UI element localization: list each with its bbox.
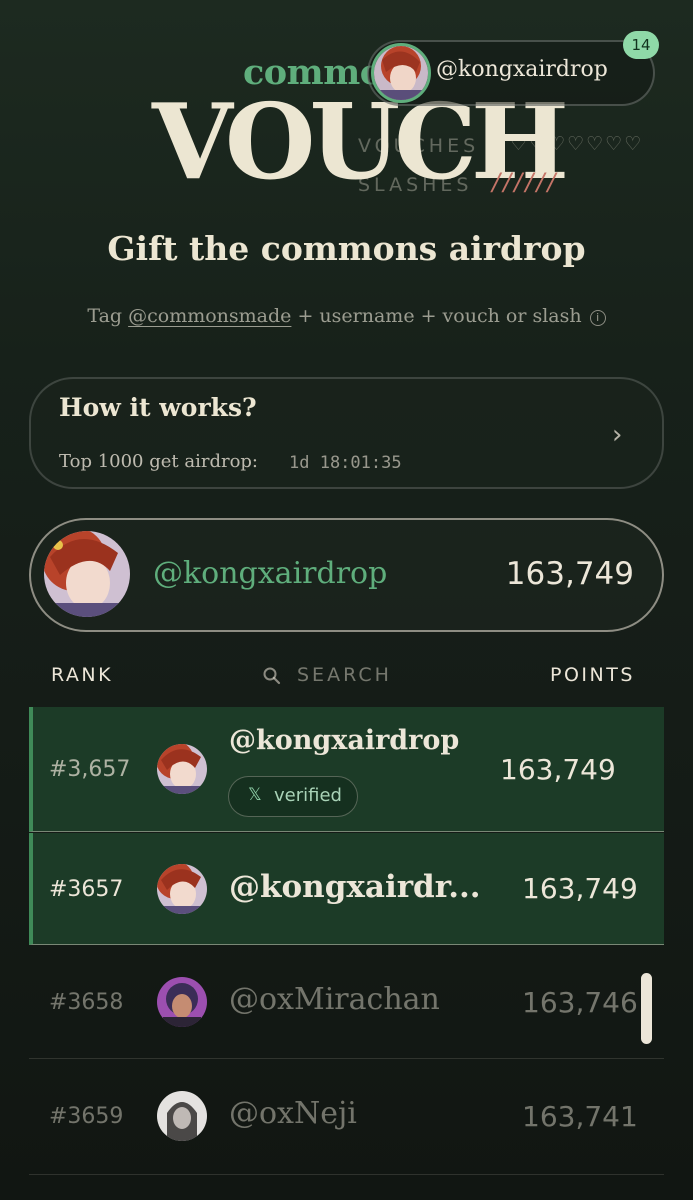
- notification-badge[interactable]: 14: [623, 31, 659, 59]
- avatar[interactable]: [371, 43, 431, 103]
- row-rank: #3658: [49, 990, 124, 1015]
- row-points: 163,746: [522, 986, 638, 1019]
- search-input[interactable]: SEARCH: [297, 664, 392, 686]
- points-column-header: POINTS: [550, 664, 635, 686]
- search-icon[interactable]: [262, 666, 282, 686]
- rank-column-header: RANK: [51, 664, 114, 686]
- how-it-works-title: How it works?: [59, 393, 257, 422]
- x-logo-icon: 𝕏: [248, 785, 262, 805]
- scrollbar-thumb[interactable]: [641, 973, 652, 1044]
- row-handle[interactable]: @kongxairdr...: [229, 869, 481, 905]
- row-points: 163,749: [522, 872, 638, 905]
- row-handle[interactable]: @kongxairdrop: [229, 725, 459, 756]
- profile-handle[interactable]: @kongxairdrop: [436, 57, 608, 82]
- row-handle[interactable]: @oxMirachan: [229, 982, 440, 1017]
- my-points: 163,749: [505, 556, 634, 592]
- row-handle[interactable]: @oxNeji: [229, 1096, 357, 1131]
- row-rank: #3659: [49, 1104, 124, 1129]
- vouch-hearts-icons: ♡♡♡♡♡♡♡: [510, 133, 644, 155]
- my-handle: @kongxairdrop: [153, 556, 388, 591]
- row-points: 163,749: [500, 753, 616, 786]
- avatar: [157, 864, 207, 914]
- row-rank: #3657: [49, 877, 124, 902]
- chevron-right-icon[interactable]: ›: [612, 420, 622, 450]
- avatar: [157, 977, 207, 1027]
- commonsmade-link[interactable]: @commonsmade: [128, 305, 291, 327]
- avatar: [44, 531, 130, 617]
- verified-label: verified: [274, 785, 342, 806]
- instruction-text: Tag @commonsmade + username + vouch or s…: [0, 305, 693, 327]
- info-icon[interactable]: i: [589, 310, 606, 326]
- airdrop-info-text: Top 1000 get airdrop:: [59, 451, 258, 472]
- countdown-timer: 1d 18:01:35: [289, 453, 402, 473]
- row-rank: #3,657: [49, 757, 131, 782]
- slash-marks-icons: //////: [492, 168, 559, 196]
- row-points: 163,741: [522, 1100, 638, 1133]
- avatar: [157, 1091, 207, 1141]
- avatar: [157, 744, 207, 794]
- page-title: Gift the commons airdrop: [107, 229, 586, 268]
- instruction-suffix: + username + vouch or slash: [291, 305, 582, 327]
- instruction-prefix: Tag: [87, 305, 129, 327]
